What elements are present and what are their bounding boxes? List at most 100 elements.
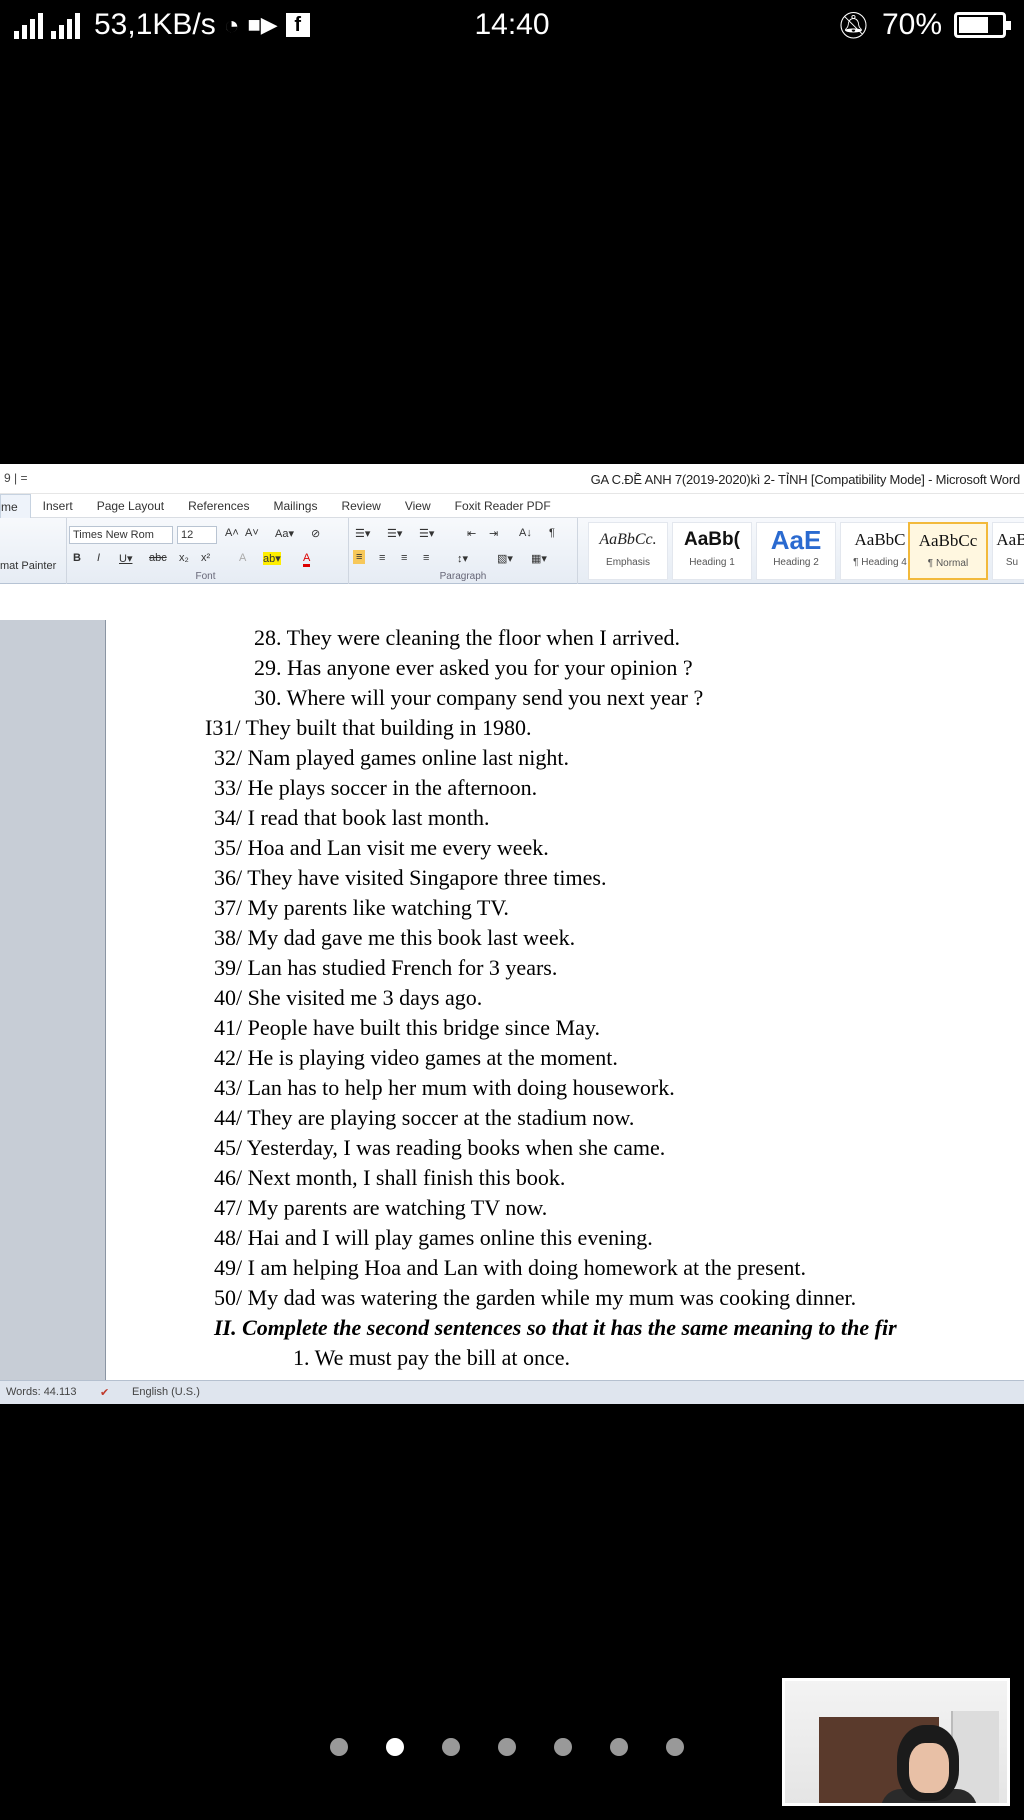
document-line: I31/ They built that building in 1980. bbox=[205, 715, 532, 740]
underline-icon[interactable]: U▾ bbox=[119, 552, 132, 565]
shading-icon[interactable]: ▧▾ bbox=[497, 552, 513, 565]
change-case-icon[interactable]: Aa▾ bbox=[275, 527, 294, 540]
word-window: 9 | = GA C.ĐỀ ANH 7(2019-2020)kì 2- TỈNH… bbox=[0, 464, 1024, 1404]
page-dot[interactable] bbox=[554, 1738, 572, 1756]
paragraph-group-label: Paragraph bbox=[439, 571, 487, 582]
document-line: 48/ Hai and I will play games online thi… bbox=[214, 1225, 653, 1250]
sort-icon[interactable]: A↓ bbox=[519, 527, 532, 539]
page-dot[interactable] bbox=[498, 1738, 516, 1756]
document-line: 40/ She visited me 3 days ago. bbox=[214, 985, 483, 1010]
page-dot[interactable] bbox=[386, 1738, 404, 1756]
tab-references[interactable]: References bbox=[176, 494, 261, 518]
multilevel-list-icon[interactable]: ☰▾ bbox=[419, 527, 434, 540]
battery-icon bbox=[954, 12, 1011, 38]
style-name: Heading 2 bbox=[773, 557, 819, 568]
align-right-icon[interactable]: ≡ bbox=[401, 552, 407, 564]
video-call-thumbnail[interactable] bbox=[782, 1678, 1010, 1806]
ribbon: mat Painter Times New Rom 12 A˄ A˅ Aa▾ ⊘… bbox=[0, 518, 1024, 584]
language-indicator[interactable]: English (U.S.) bbox=[132, 1386, 200, 1398]
style-name: Emphasis bbox=[606, 557, 650, 568]
page-dot[interactable] bbox=[330, 1738, 348, 1756]
tab-view[interactable]: View bbox=[393, 494, 443, 518]
show-marks-icon[interactable]: ¶ bbox=[549, 527, 555, 539]
superscript-icon[interactable]: x² bbox=[201, 552, 210, 564]
font-color-icon[interactable]: A bbox=[303, 552, 311, 567]
tab-review[interactable]: Review bbox=[329, 494, 392, 518]
highlight-icon[interactable]: ab▾ bbox=[263, 552, 281, 565]
text-effects-icon[interactable]: A bbox=[239, 552, 246, 564]
document-area[interactable]: 28. They were cleaning the floor when I … bbox=[0, 620, 1024, 1380]
bullets-icon[interactable]: ☰▾ bbox=[355, 527, 370, 540]
format-painter-button[interactable]: mat Painter bbox=[0, 560, 56, 572]
document-line: 47/ My parents are watching TV now. bbox=[214, 1195, 548, 1220]
grow-font-icon[interactable]: A˄ bbox=[225, 527, 239, 539]
page-dot[interactable] bbox=[666, 1738, 684, 1756]
document-line: 36/ They have visited Singapore three ti… bbox=[214, 865, 607, 890]
font-name-select[interactable]: Times New Rom bbox=[69, 526, 173, 544]
tab-home[interactable]: me bbox=[0, 493, 31, 518]
font-group: Times New Rom 12 A˄ A˅ Aa▾ ⊘ B I U▾ abc … bbox=[66, 518, 344, 584]
align-center-icon[interactable]: ≡ bbox=[379, 552, 385, 564]
document-line: 37/ My parents like watching TV. bbox=[214, 895, 509, 920]
font-group-label: Font bbox=[195, 571, 216, 582]
mute-bell-icon: 🔕︎ bbox=[836, 9, 870, 40]
battery-percent: 70% bbox=[881, 8, 942, 41]
style-subtitle[interactable]: AaB Su bbox=[992, 522, 1024, 580]
shrink-font-icon[interactable]: A˅ bbox=[245, 527, 259, 539]
document-line: 46/ Next month, I shall finish this book… bbox=[214, 1165, 566, 1190]
document-line: 44/ They are playing soccer at the stadi… bbox=[214, 1105, 635, 1130]
document-page[interactable]: 28. They were cleaning the floor when I … bbox=[105, 620, 1024, 1380]
style-normal[interactable]: AaBbCc ¶ Normal bbox=[908, 522, 988, 580]
document-line: 38/ My dad gave me this book last week. bbox=[214, 925, 576, 950]
clear-format-icon[interactable]: ⊘ bbox=[311, 527, 320, 540]
style-name: Heading 1 bbox=[689, 557, 735, 568]
tab-insert[interactable]: Insert bbox=[31, 494, 85, 518]
window-title: GA C.ĐỀ ANH 7(2019-2020)kì 2- TỈNH [Comp… bbox=[590, 472, 1021, 487]
pip-person-face bbox=[909, 1743, 949, 1793]
proofing-icon[interactable]: ✔ bbox=[100, 1386, 109, 1399]
style-sample: AaE bbox=[770, 525, 822, 555]
italic-icon[interactable]: I bbox=[97, 552, 100, 564]
tab-page-layout[interactable]: Page Layout bbox=[85, 494, 176, 518]
tab-mailings[interactable]: Mailings bbox=[261, 494, 329, 518]
document-line: 45/ Yesterday, I was reading books when … bbox=[214, 1135, 666, 1160]
ribbon-tabs: me Insert Page Layout References Mailing… bbox=[0, 493, 1024, 518]
justify-icon[interactable]: ≡ bbox=[423, 552, 429, 564]
document-text: 28. They were cleaning the floor when I … bbox=[106, 623, 1024, 1373]
phone-status-bar: 53,1KB/s ◔ ■▶ f 14:40 🔕︎ 70% bbox=[0, 0, 1024, 54]
align-left-icon[interactable]: ≡ bbox=[353, 550, 366, 564]
style-sample: AaBbCc bbox=[918, 531, 978, 550]
word-count[interactable]: Words: 44.113 bbox=[6, 1386, 77, 1398]
borders-icon[interactable]: ▦▾ bbox=[531, 552, 547, 565]
document-line: 33/ He plays soccer in the afternoon. bbox=[214, 775, 538, 800]
page-dot[interactable] bbox=[610, 1738, 628, 1756]
document-line: 42/ He is playing video games at the mom… bbox=[214, 1045, 618, 1070]
line-spacing-icon[interactable]: ↕▾ bbox=[457, 552, 468, 565]
style-sample: AaBbCc. bbox=[599, 531, 657, 548]
font-size-select[interactable]: 12 bbox=[177, 526, 217, 544]
paragraph-group: ☰▾ ☰▾ ☰▾ ⇤ ⇥ A↓ ¶ ≡ ≡ ≡ ≡ ↕▾ ▧▾ ▦▾ Parag… bbox=[348, 518, 578, 584]
page-indicator bbox=[330, 1738, 684, 1756]
styles-gallery: AaBbCc. Emphasis AaBb( Heading 1 AaE Hea… bbox=[586, 518, 1024, 584]
quick-access-toolbar[interactable]: 9 | = bbox=[4, 471, 27, 485]
document-line: 35/ Hoa and Lan visit me every week. bbox=[214, 835, 549, 860]
document-line: 29. Has anyone ever asked you for your o… bbox=[254, 655, 693, 680]
document-line: 50/ My dad was watering the garden while… bbox=[214, 1285, 857, 1310]
style-emphasis[interactable]: AaBbCc. Emphasis bbox=[588, 522, 668, 580]
increase-indent-icon[interactable]: ⇥ bbox=[489, 527, 498, 540]
decrease-indent-icon[interactable]: ⇤ bbox=[467, 527, 476, 540]
document-line: 41/ People have built this bridge since … bbox=[214, 1015, 600, 1040]
page-dot[interactable] bbox=[442, 1738, 460, 1756]
style-heading-1[interactable]: AaBb( Heading 1 bbox=[672, 522, 752, 580]
title-bar: 9 | = GA C.ĐỀ ANH 7(2019-2020)kì 2- TỈNH… bbox=[0, 464, 1024, 494]
style-sample: AaB bbox=[996, 530, 1024, 549]
tab-foxit[interactable]: Foxit Reader PDF bbox=[443, 494, 563, 518]
word-status-bar: Words: 44.113 ✔ English (U.S.) bbox=[0, 1380, 1024, 1404]
style-heading-2[interactable]: AaE Heading 2 bbox=[756, 522, 836, 580]
bold-icon[interactable]: B bbox=[73, 552, 81, 564]
subscript-icon[interactable]: x₂ bbox=[179, 552, 189, 564]
strikethrough-icon[interactable]: abc bbox=[149, 552, 167, 564]
style-name: ¶ Normal bbox=[927, 558, 969, 569]
document-line: 39/ Lan has studied French for 3 years. bbox=[214, 955, 558, 980]
numbering-icon[interactable]: ☰▾ bbox=[387, 527, 402, 540]
